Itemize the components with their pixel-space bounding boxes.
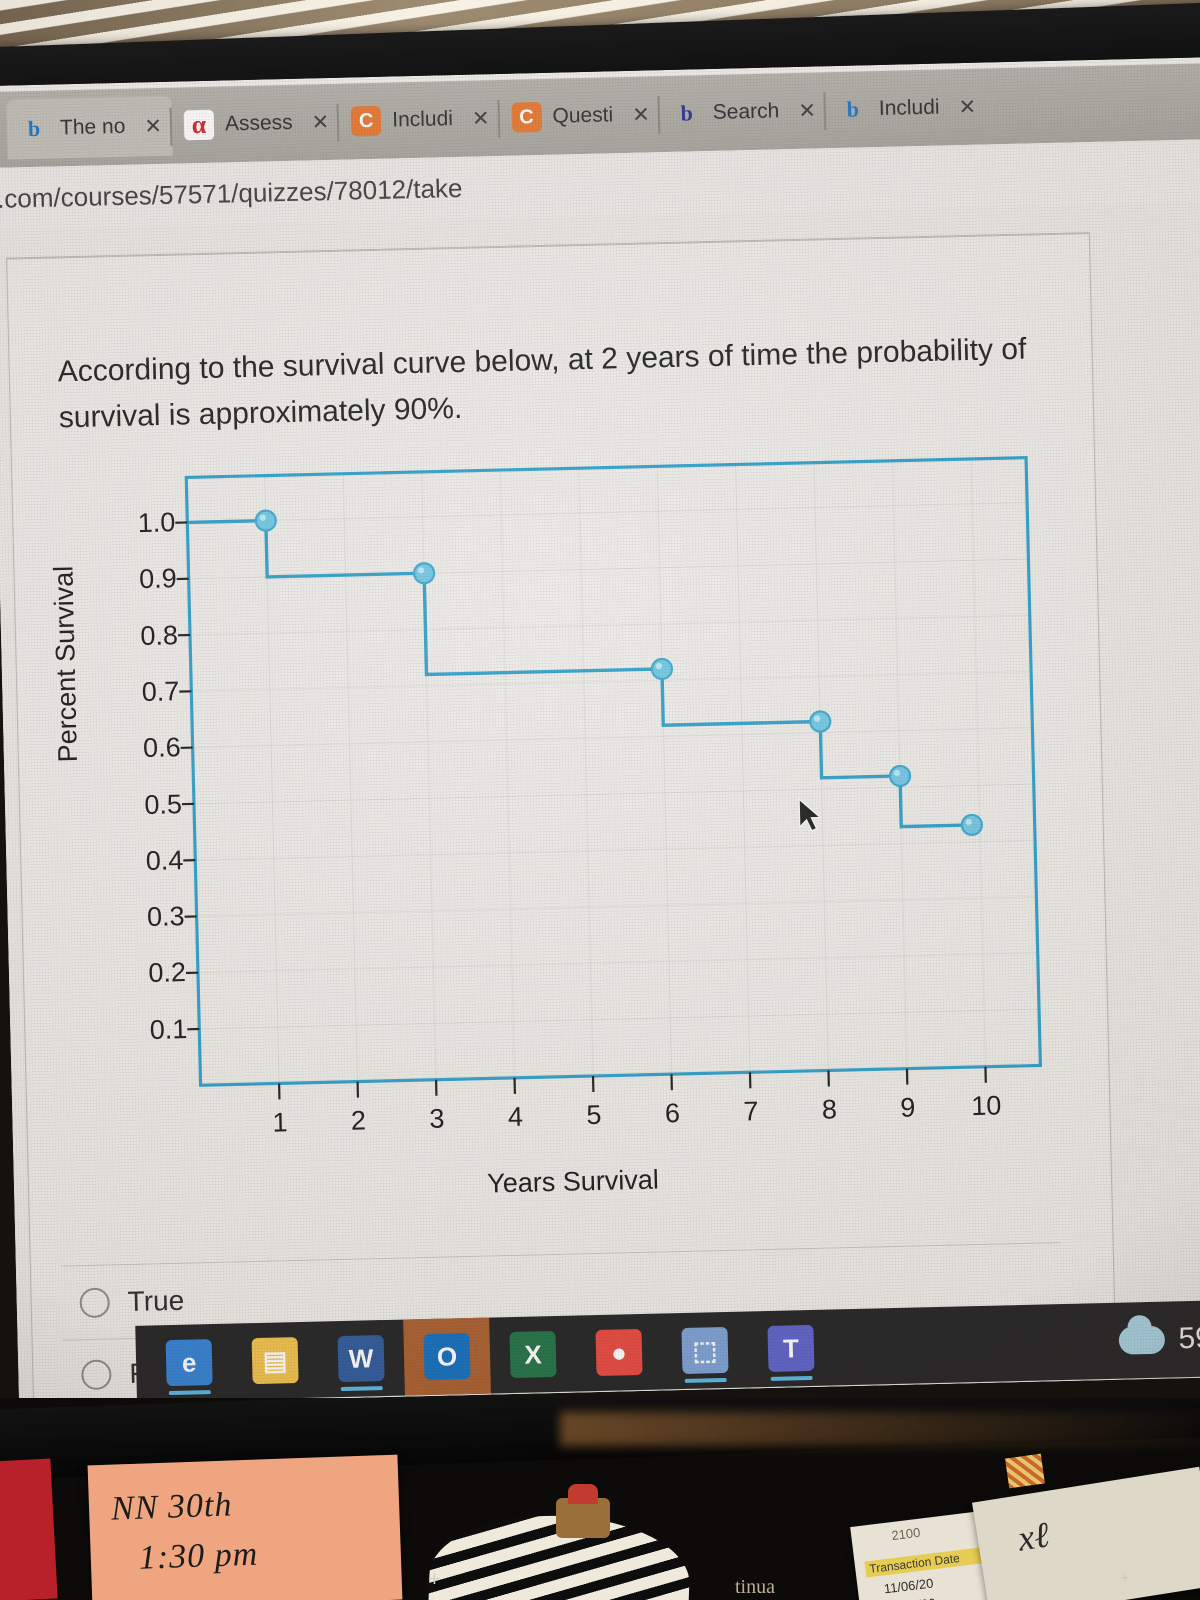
chart-y-tick-label: 0.3: [146, 901, 185, 933]
paper-amount: 2100: [890, 1524, 922, 1544]
page-content: According to the survival curve below, a…: [0, 201, 1200, 1406]
chart-y-tick-label: 0.5: [144, 788, 183, 820]
taskbar-running-indicator: [168, 1390, 211, 1396]
sticky-note-line-1: NN 30th: [110, 1486, 233, 1528]
pen-mark-2: +: [1120, 1570, 1130, 1587]
browser-tab-4[interactable]: C Questi ✕: [499, 84, 661, 148]
paper-date-1: 11/06/20: [883, 1575, 935, 1597]
answer-option-true[interactable]: True: [79, 1284, 185, 1319]
tab-close-icon[interactable]: ✕: [798, 98, 816, 123]
tab-title: Assess: [224, 110, 293, 136]
url-text: e.com/courses/57571/quizzes/78012/take: [0, 172, 463, 214]
tab-title: Includi: [878, 95, 940, 121]
taskbar-item-word[interactable]: W: [317, 1320, 405, 1398]
answer-label: True: [127, 1284, 185, 1318]
radio-false[interactable]: [81, 1359, 112, 1391]
chart-y-tick-label: 0.2: [148, 957, 187, 989]
browser-tab-5[interactable]: b Search ✕: [659, 80, 827, 144]
taskbar-item-file-explorer[interactable]: ▤: [231, 1322, 319, 1400]
mouse-cursor: [798, 797, 823, 832]
browser-tab-3[interactable]: C Includi ✕: [339, 88, 501, 152]
tab-close-icon[interactable]: ✕: [958, 94, 976, 119]
tab-title: Search: [712, 99, 780, 124]
bing-dark-icon: b: [680, 100, 694, 126]
signed-paper: xℓ: [972, 1466, 1200, 1600]
weather-temperature: 59°: [1178, 1321, 1200, 1356]
chart-x-axis-label: Years Survival: [486, 1164, 660, 1199]
chart-y-tick-label: 0.1: [149, 1013, 188, 1045]
chart-y-ticks: 0.1 0.2 0.3 0.4 0.5 0.6 0.7 0.8 0.9 1.0: [56, 460, 190, 1163]
chart-y-tick-label: 0.6: [142, 732, 181, 764]
canvas-icon: C: [350, 105, 382, 137]
taskbar-item-spss[interactable]: ⬚: [661, 1311, 749, 1389]
tab-close-icon[interactable]: ✕: [144, 113, 162, 138]
taskbar-item-outlook[interactable]: O: [403, 1317, 491, 1396]
desk-figurine: [556, 1484, 610, 1538]
outlook-icon: O: [423, 1333, 471, 1381]
monitor-screen: b The no ✕ α Assess ✕ C Includi ✕ C Ques…: [0, 57, 1200, 1406]
tab-title: The no: [59, 114, 126, 140]
browser-tab-2[interactable]: α Assess ✕: [171, 92, 340, 156]
tab-title: Includi: [391, 107, 454, 132]
browser-tab-1[interactable]: b The no ✕: [6, 95, 173, 160]
alpha-icon: α: [183, 109, 215, 141]
browser-tab-6[interactable]: b Includi ✕: [825, 76, 987, 140]
sticky-note-line-2: 1:30 pm: [138, 1535, 259, 1577]
bing-icon: b: [27, 115, 41, 142]
tab-close-icon[interactable]: ✕: [311, 109, 329, 134]
taskbar-item-edge[interactable]: e: [145, 1324, 233, 1402]
desk-magnet: [1005, 1453, 1045, 1489]
desk-reflection: [560, 1412, 1200, 1446]
file-explorer-icon: ▤: [251, 1337, 299, 1385]
taskbar-running-indicator: [340, 1386, 383, 1392]
handwritten-signature: xℓ: [1015, 1514, 1052, 1559]
canvas-icon: C: [511, 101, 542, 133]
chart-y-tick-label: 0.9: [138, 563, 178, 595]
taskbar-item-excel[interactable]: X: [489, 1316, 577, 1394]
word-icon: W: [337, 1335, 385, 1383]
desk-area: NN 30th 1:30 pm + tinua 2100 Transaction…: [0, 1398, 1200, 1600]
pen-mark: +: [428, 1566, 441, 1591]
excel-icon: X: [509, 1330, 557, 1379]
teams-icon: T: [767, 1324, 815, 1372]
spss-icon: ⬚: [681, 1326, 729, 1374]
chrome-icon: ●: [595, 1328, 643, 1377]
tab-close-icon[interactable]: ✕: [472, 106, 490, 131]
chart-y-tick-label: 0.4: [145, 844, 184, 876]
chart-plot-area: [173, 456, 1043, 1100]
taskbar-item-chrome[interactable]: ●: [575, 1313, 663, 1391]
bing-icon: b: [846, 96, 860, 122]
chart-y-tick-label: 1.0: [137, 507, 176, 539]
taskbar-running-indicator: [684, 1377, 727, 1383]
card-top-divider: [7, 233, 1089, 260]
tab-close-icon[interactable]: ✕: [632, 102, 650, 127]
partial-text-label: tinua: [735, 1576, 775, 1598]
taskbar-running-indicator: [770, 1375, 813, 1381]
radio-true[interactable]: [79, 1287, 111, 1319]
tab-title: Questi: [552, 103, 614, 128]
taskbar-item-teams[interactable]: T: [747, 1309, 835, 1387]
paper-date-2: 11/06/20: [885, 1595, 936, 1600]
edge-icon: e: [165, 1339, 213, 1387]
taskbar-weather-widget[interactable]: 59°: [1118, 1300, 1200, 1378]
question-text: According to the survival curve below, a…: [57, 332, 1027, 435]
survival-chart: Percent Survival 0.1 0.2 0.3 0.4 0.5 0.6 0.7 0.…: [48, 439, 1074, 1222]
red-card: [0, 1458, 58, 1600]
quiz-question-card: According to the survival curve below, a…: [6, 232, 1117, 1406]
chart-y-tick-label: 0.8: [140, 619, 179, 651]
cloud-icon: [1118, 1325, 1165, 1355]
sticky-note: NN 30th 1:30 pm: [87, 1454, 403, 1600]
chart-y-tick-label: 0.7: [141, 676, 180, 707]
option-divider-top: [60, 1242, 1061, 1267]
